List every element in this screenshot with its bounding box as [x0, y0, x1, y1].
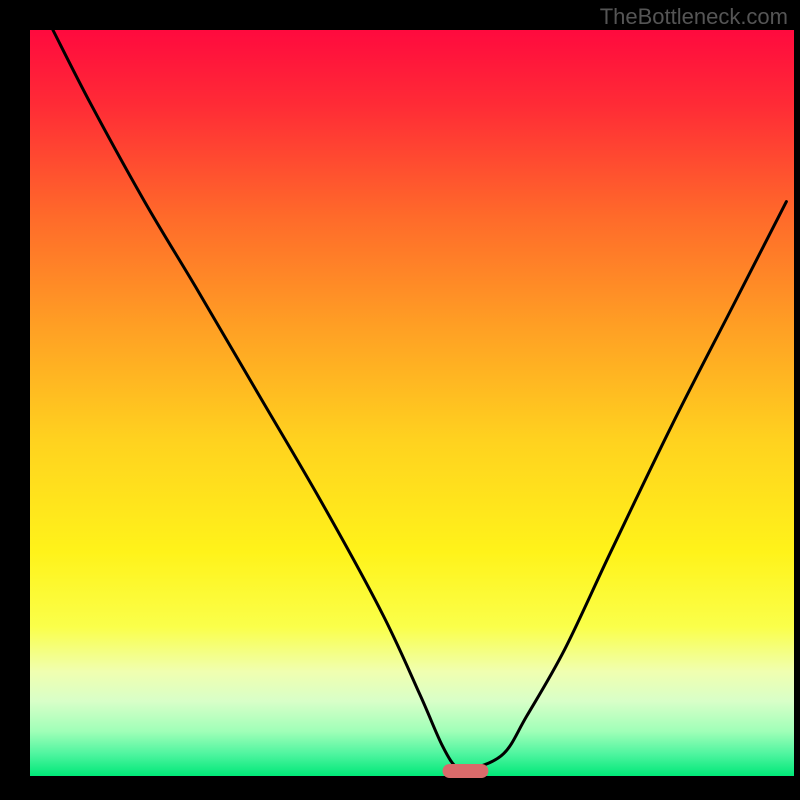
bottleneck-chart [0, 0, 800, 800]
optimal-marker [443, 764, 489, 778]
plot-area [30, 30, 794, 776]
watermark-text: TheBottleneck.com [600, 4, 788, 30]
chart-container: TheBottleneck.com [0, 0, 800, 800]
